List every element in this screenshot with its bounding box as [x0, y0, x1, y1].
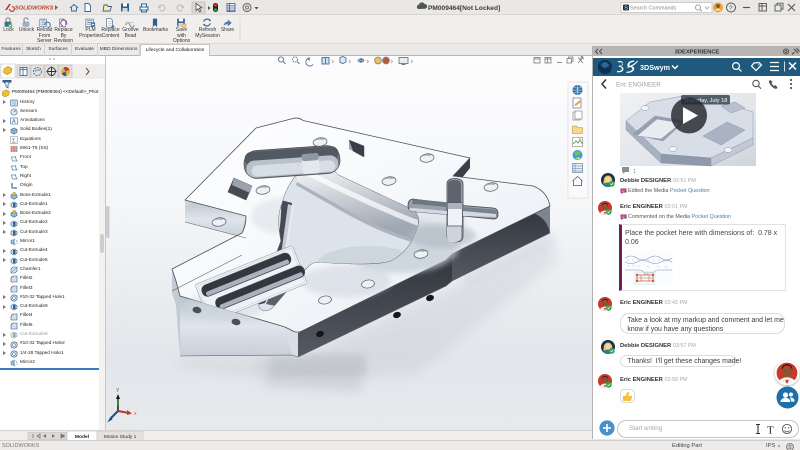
svg-text:?: ?	[729, 5, 733, 12]
svg-text:S: S	[624, 6, 628, 12]
svg-text:Σ: Σ	[12, 138, 16, 144]
svg-text:T: T	[767, 425, 774, 436]
svg-text:SOLIDWORKS: SOLIDWORKS	[15, 6, 54, 12]
svg-text:x: x	[134, 411, 137, 417]
svg-text:Search Commands: Search Commands	[630, 5, 676, 11]
svg-text:PM009464[Not Locked]: PM009464[Not Locked]	[428, 5, 500, 12]
svg-text:A: A	[12, 119, 16, 125]
svg-text:y: y	[117, 387, 120, 393]
